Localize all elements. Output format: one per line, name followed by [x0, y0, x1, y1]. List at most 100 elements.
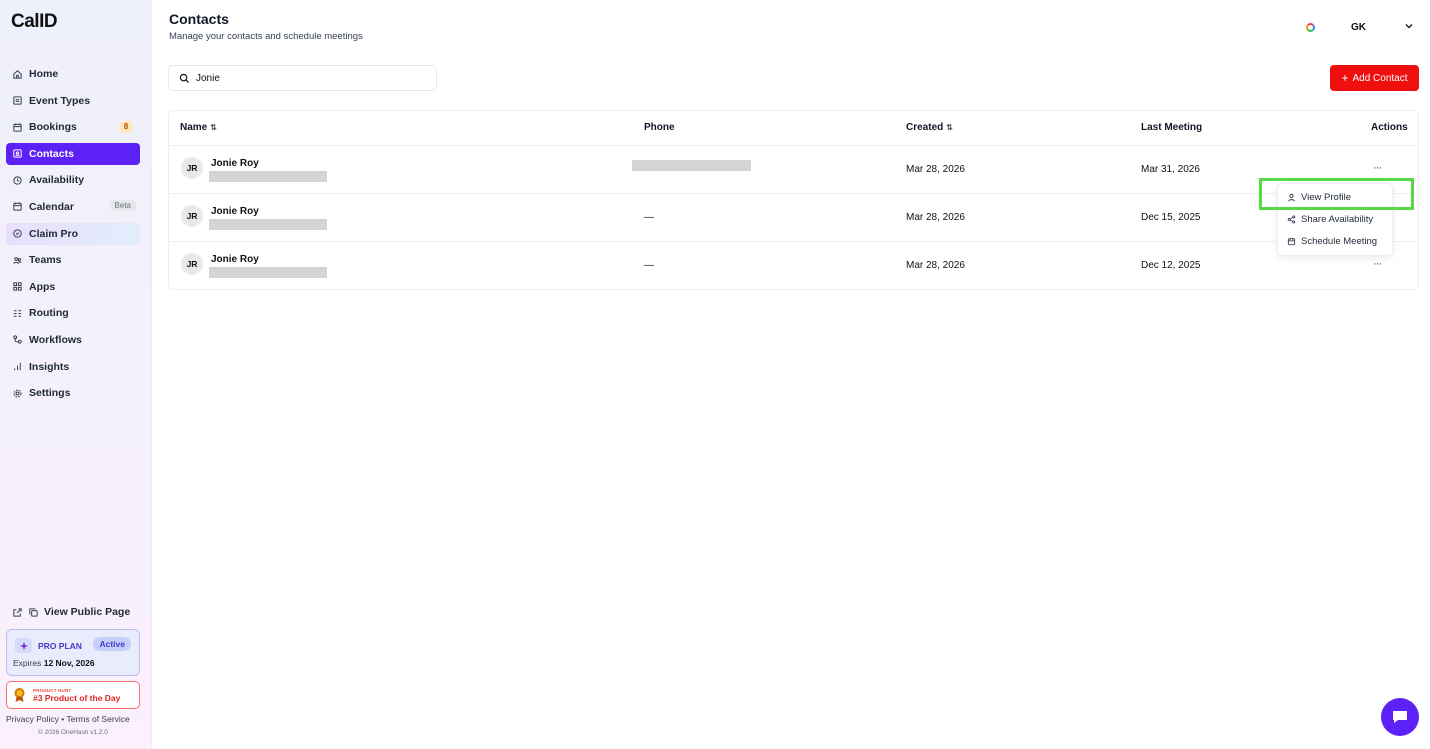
contacts-icon [12, 148, 23, 159]
column-label: Created [906, 122, 944, 133]
copy-icon[interactable] [28, 607, 39, 618]
product-hunt-text: PRODUCT HUNT #3 Product of the Day [33, 688, 120, 703]
contact-email-redacted [209, 171, 327, 182]
sidebar-item-label: Event Types [29, 94, 91, 107]
sidebar-item-home[interactable]: Home [6, 63, 140, 85]
selection-highlight [1259, 178, 1414, 210]
external-link-icon [13, 607, 22, 617]
contact-phone-redacted [632, 160, 751, 171]
sidebar-item-contacts[interactable]: Contacts [6, 142, 140, 165]
sidebar-nav: Home Event Types Bookings 8 Contacts Ava… [6, 63, 140, 409]
add-contact-label: Add Contact [1352, 72, 1408, 84]
sidebar-item-claim-pro[interactable]: Claim Pro [6, 222, 140, 245]
contact-email-redacted [209, 267, 327, 278]
sidebar-item-bookings[interactable]: Bookings 8 [6, 116, 140, 138]
workflows-icon [12, 334, 23, 345]
menu-item-share-availability[interactable]: Share Availability [1287, 214, 1373, 225]
avatar: JR [181, 205, 203, 227]
chevron-down-icon[interactable] [1404, 18, 1414, 36]
product-hunt-rank: #3 Product of the Day [33, 692, 121, 703]
sidebar-item-label: Calendar [29, 200, 74, 213]
sidebar-item-teams[interactable]: Teams [6, 249, 140, 271]
column-label: Phone [644, 122, 675, 133]
table-row[interactable]: JR Jonie Roy Mar 28, 2026 Mar 31, 2026 ·… [169, 145, 1418, 193]
created-date: Mar 28, 2026 [906, 212, 965, 223]
expires-label: Expires [13, 658, 42, 668]
sidebar-item-label: Teams [29, 254, 62, 267]
plan-status-badge: Active [93, 637, 131, 651]
contact-phone: — [644, 212, 654, 223]
expires-date: 12 Nov, 2026 [43, 658, 95, 668]
contact-name[interactable]: Jonie Roy [211, 158, 259, 169]
sidebar-item-label: Home [29, 68, 59, 80]
created-date: Mar 28, 2026 [906, 164, 965, 175]
page-subtitle: Manage your contacts and schedule meetin… [169, 31, 363, 42]
event-types-icon [12, 95, 23, 106]
row-actions-button[interactable]: ··· [1373, 258, 1382, 270]
chat-widget-button[interactable] [1381, 698, 1419, 736]
sidebar-item-label: Insights [29, 360, 70, 373]
beta-badge: Beta [109, 199, 136, 211]
apps-icon [12, 281, 23, 292]
last-meeting-date: Dec 12, 2025 [1141, 260, 1201, 271]
table-row[interactable]: JR Jonie Roy — Mar 28, 2026 Dec 12, 2025… [169, 241, 1418, 289]
search-input[interactable] [196, 72, 416, 84]
contact-email-redacted [209, 219, 327, 230]
sidebar-item-workflows[interactable]: Workflows [6, 329, 140, 351]
terms-of-service-link[interactable]: Terms of Service [66, 714, 129, 724]
product-hunt-badge[interactable]: PRODUCT HUNT #3 Product of the Day [6, 681, 140, 709]
avatar: JR [181, 157, 203, 179]
legal-links: Privacy Policy • Terms of Service [6, 714, 130, 724]
row-actions-button[interactable]: ··· [1373, 162, 1382, 174]
user-initials[interactable]: GK [1351, 22, 1366, 33]
calendar-icon [12, 201, 23, 212]
contact-name[interactable]: Jonie Roy [211, 254, 259, 265]
add-contact-button[interactable]: + Add Contact [1330, 65, 1419, 91]
avatar: JR [181, 253, 203, 275]
user-menu[interactable]: GK [1306, 18, 1414, 36]
sidebar-item-event-types[interactable]: Event Types [6, 90, 140, 112]
sidebar-item-settings[interactable]: Settings [6, 382, 140, 404]
insights-icon [12, 361, 23, 372]
sidebar-item-apps[interactable]: Apps [6, 276, 140, 298]
chat-icon [1393, 711, 1407, 723]
table-row[interactable]: JR Jonie Roy — Mar 28, 2026 Dec 15, 2025 [169, 193, 1418, 241]
teams-icon [12, 255, 23, 266]
sidebar-item-label: Claim Pro [29, 227, 79, 240]
routing-icon [12, 308, 23, 319]
public-page-label: View Public Page [44, 606, 131, 618]
plus-icon: + [1341, 71, 1349, 85]
last-meeting-date: Dec 15, 2025 [1141, 212, 1201, 223]
column-header-last-meeting: Last Meeting [1141, 122, 1202, 133]
privacy-policy-link[interactable]: Privacy Policy [6, 714, 59, 724]
sidebar-item-insights[interactable]: Insights [6, 356, 140, 378]
sidebar-item-routing[interactable]: Routing [6, 302, 140, 324]
search-icon [179, 73, 190, 83]
app-logo[interactable]: CalID [11, 11, 58, 33]
menu-item-label: Schedule Meeting [1301, 236, 1378, 247]
view-public-page-link[interactable]: View Public Page [12, 606, 130, 618]
column-header-created[interactable]: Created ⇅ [906, 122, 953, 133]
column-header-name[interactable]: Name ⇅ [180, 122, 217, 133]
search-box[interactable] [168, 65, 437, 91]
column-label: Name [180, 122, 208, 133]
calendar-icon [1287, 237, 1296, 246]
sidebar-item-calendar[interactable]: Calendar Beta [6, 196, 140, 218]
claim-pro-icon [12, 228, 23, 239]
sort-icon[interactable]: ⇅ [946, 123, 953, 132]
sidebar-item-availability[interactable]: Availability [6, 169, 140, 191]
contact-name[interactable]: Jonie Roy [211, 206, 259, 217]
column-header-actions: Actions [1371, 122, 1408, 133]
bookings-count-badge: 8 [120, 121, 132, 134]
sort-icon[interactable]: ⇅ [210, 123, 217, 132]
clock-icon [12, 175, 23, 186]
sidebar-item-label: Contacts [29, 147, 74, 160]
sparkle-icon [15, 638, 32, 653]
sidebar-item-label: Availability [29, 174, 85, 187]
menu-item-label: Share Availability [1301, 214, 1374, 225]
column-label: Last Meeting [1141, 122, 1203, 133]
plan-header: PRO PLAN [15, 638, 82, 653]
menu-item-schedule-meeting[interactable]: Schedule Meeting [1287, 236, 1377, 247]
sidebar-item-label: Apps [29, 280, 56, 293]
plan-card[interactable]: PRO PLAN Active Expires 12 Nov, 2026 [6, 629, 140, 676]
